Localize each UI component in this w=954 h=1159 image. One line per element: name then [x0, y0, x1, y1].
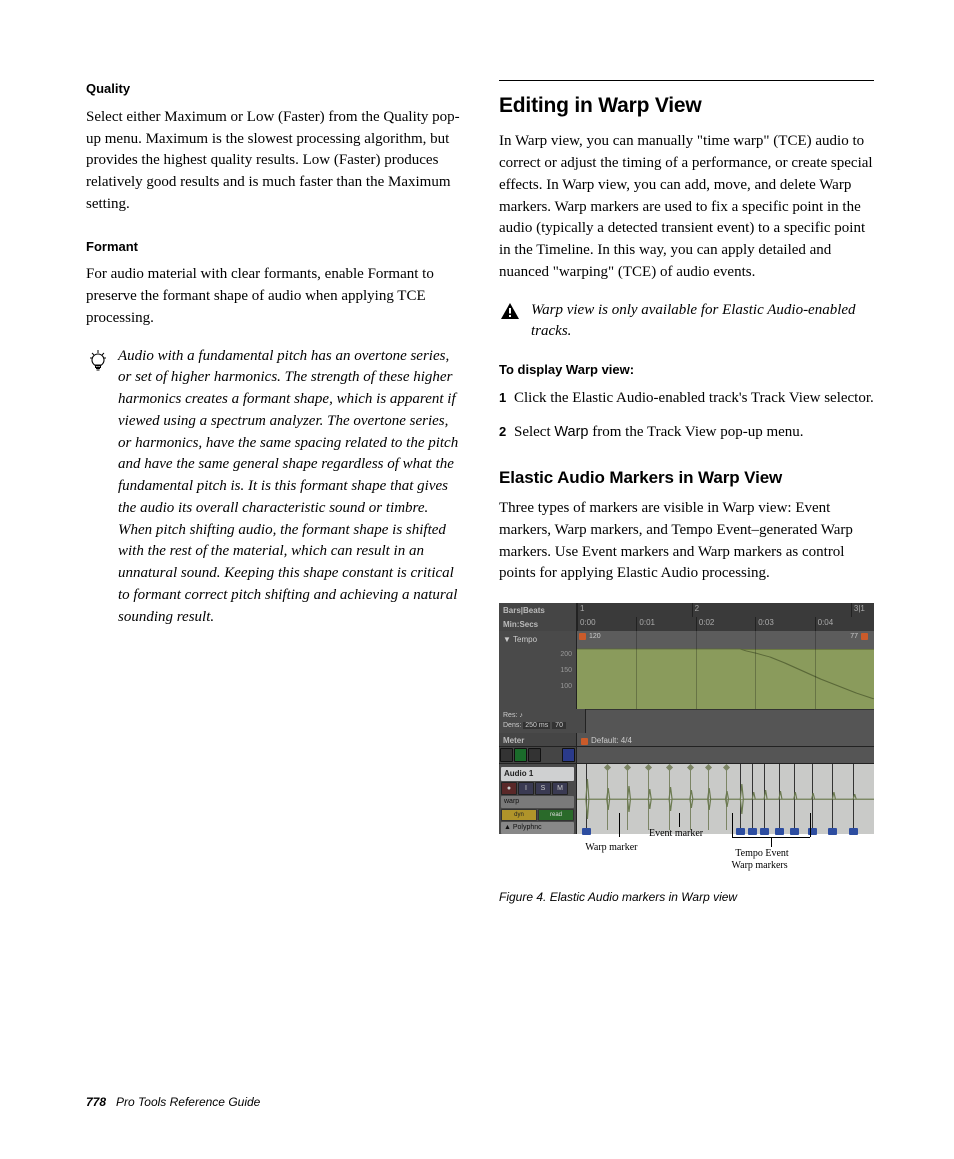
- para-quality: Select either Maximum or Low (Faster) fr…: [86, 107, 461, 216]
- page: Quality Select either Maximum or Low (Fa…: [0, 0, 954, 1159]
- callout-event: Event marker: [649, 827, 703, 842]
- step-2: 2 Select Warp from the Track View pop-up…: [499, 422, 874, 444]
- figure-callouts: Event marker Warp marker Tempo Event War…: [499, 823, 874, 877]
- warning-block: Warp view is only available for Elastic …: [499, 300, 874, 344]
- para-formant: For audio material with clear formants, …: [86, 264, 461, 329]
- time-4: 0:04: [815, 617, 874, 631]
- view-selector: warp: [501, 796, 574, 808]
- ruler-bars-label: Bars|Beats: [499, 603, 577, 617]
- track-name: Audio 1: [501, 767, 574, 781]
- ruler-min-ticks: 0:00 0:01 0:02 0:03 0:04: [577, 617, 874, 631]
- heading-quality: Quality: [86, 80, 461, 99]
- warning-text: Warp view is only available for Elastic …: [531, 300, 874, 344]
- dens-value: 250 ms: [523, 722, 550, 729]
- tip-icon: [86, 346, 110, 629]
- step-2-text-c: from the Track View pop-up menu.: [589, 424, 804, 440]
- read-btn: read: [538, 809, 574, 821]
- section-rule: [499, 80, 874, 81]
- meter-label: Meter: [499, 733, 577, 746]
- rec-btn: ●: [501, 782, 517, 795]
- callout-tempo2: Warp markers: [732, 859, 788, 874]
- step-2-number: 2: [499, 424, 506, 439]
- book-title: Pro Tools Reference Guide: [116, 1095, 260, 1109]
- mute-btn: M: [552, 782, 568, 795]
- heading-task: To display Warp view:: [499, 361, 874, 380]
- time-2: 0:02: [696, 617, 755, 631]
- ruler-bars-ticks: 1 2 3|1: [577, 603, 874, 617]
- heading-editing-warp: Editing in Warp View: [499, 91, 874, 121]
- heading-formant: Formant: [86, 238, 461, 257]
- step-2-ui: Warp: [554, 424, 588, 440]
- callout-warp: Warp marker: [585, 841, 637, 856]
- columns: Quality Select either Maximum or Low (Fa…: [86, 80, 874, 907]
- warning-icon: [499, 300, 521, 344]
- step-1-text: Click the Elastic Audio-enabled track's …: [510, 390, 874, 406]
- dens-label: Dens:: [503, 722, 521, 729]
- step-1: 1 Click the Elastic Audio-enabled track'…: [499, 388, 874, 410]
- page-footer: 778 Pro Tools Reference Guide: [86, 1094, 260, 1111]
- bar-2: 2: [692, 603, 851, 617]
- left-column: Quality Select either Maximum or Low (Fa…: [86, 80, 461, 907]
- tip-block: Audio with a fundamental pitch has an ov…: [86, 346, 461, 629]
- tempo-tick-200: 200: [503, 650, 572, 660]
- para-intro: In Warp view, you can manually "time war…: [499, 131, 874, 283]
- bar-1: 1: [577, 603, 692, 617]
- tempo-tick-100: 100: [503, 682, 572, 692]
- step-2-text-a: Select: [510, 424, 554, 440]
- heading-elastic-markers: Elastic Audio Markers in Warp View: [499, 466, 874, 491]
- tip-text: Audio with a fundamental pitch has an ov…: [118, 346, 461, 629]
- tempo-tick-150: 150: [503, 666, 572, 676]
- axis70: 70: [552, 722, 566, 729]
- page-number: 778: [86, 1095, 106, 1109]
- time-0: 0:00: [577, 617, 636, 631]
- track-toolbar: [499, 747, 577, 763]
- figure-4: Bars|Beats 1 2 3|1 Min:Secs 0:00 0:01: [499, 603, 874, 906]
- tempo-graph: 120 77: [577, 631, 874, 709]
- ruler-min-label: Min:Secs: [499, 617, 577, 631]
- res-label: Res:: [503, 712, 517, 719]
- time-1: 0:01: [636, 617, 695, 631]
- right-column: Editing in Warp View In Warp view, you c…: [499, 80, 874, 907]
- dyn-btn: dyn: [501, 809, 537, 821]
- para-markers: Three types of markers are visible in Wa…: [499, 498, 874, 585]
- tempo-panel: ▼ Tempo 200 150 100: [499, 631, 577, 709]
- res-dens-panel: Res: ♪ Dens: 250 ms 70: [499, 709, 586, 733]
- tempo-label: Tempo: [513, 635, 537, 644]
- step-1-number: 1: [499, 390, 506, 405]
- meter-value: Default: 4/4: [591, 736, 632, 745]
- time-3: 0:03: [755, 617, 814, 631]
- figure-caption: Figure 4. Elastic Audio markers in Warp …: [499, 889, 874, 906]
- input-btn: I: [518, 782, 534, 795]
- solo-btn: S: [535, 782, 551, 795]
- bar-3: 3|1: [851, 603, 874, 617]
- figure-screenshot: Bars|Beats 1 2 3|1 Min:Secs 0:00 0:01: [499, 603, 874, 823]
